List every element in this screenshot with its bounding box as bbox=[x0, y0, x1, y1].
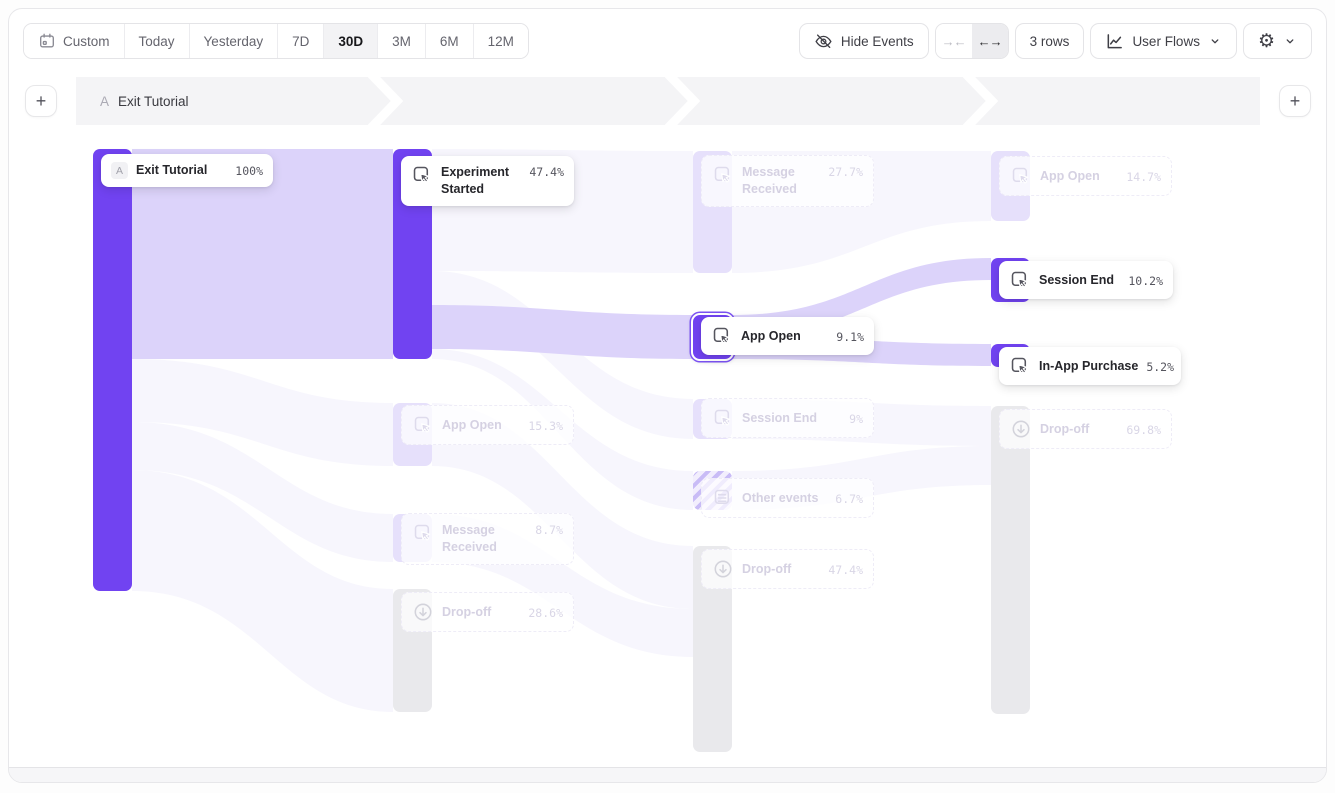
node-name: Drop-off bbox=[742, 561, 820, 578]
node-card-drop-off-4[interactable]: Drop-off 69.8% bbox=[999, 409, 1172, 449]
node-card-app-open-2[interactable]: App Open 15.3% bbox=[401, 405, 574, 445]
node-percent: 9.1% bbox=[836, 329, 864, 344]
node-name: Experiment Started bbox=[441, 164, 521, 198]
node-name: Message Received bbox=[442, 522, 527, 556]
node-percent: 28.6% bbox=[528, 605, 563, 620]
event-click-icon bbox=[1009, 269, 1031, 291]
node-percent: 8.7% bbox=[535, 522, 563, 537]
node-name: App Open bbox=[1040, 168, 1118, 185]
event-click-icon bbox=[411, 164, 433, 186]
node-card-app-open-4[interactable]: App Open 14.7% bbox=[999, 156, 1172, 196]
node-percent: 47.4% bbox=[529, 164, 564, 179]
other-events-icon bbox=[712, 487, 734, 509]
event-click-icon bbox=[711, 325, 733, 347]
node-card-app-open-3-selected[interactable]: App Open 9.1% bbox=[701, 317, 874, 355]
flow-node-bar-exit-tutorial[interactable] bbox=[93, 149, 132, 591]
node-name: Drop-off bbox=[1040, 421, 1118, 438]
node-percent: 47.4% bbox=[828, 562, 863, 577]
node-card-exit-tutorial[interactable]: A Exit Tutorial 100% bbox=[101, 154, 273, 187]
event-click-icon bbox=[712, 407, 734, 429]
user-flows-page: Custom Today Yesterday 7D 30D 3M 6M 12M … bbox=[0, 0, 1335, 793]
node-card-experiment-started[interactable]: Experiment Started 47.4% bbox=[401, 156, 574, 206]
node-name: Session End bbox=[742, 410, 841, 427]
node-name: Exit Tutorial bbox=[136, 162, 227, 179]
node-name: Drop-off bbox=[442, 604, 520, 621]
node-percent: 27.7% bbox=[828, 164, 863, 179]
node-name: Other events bbox=[742, 490, 827, 507]
node-percent: 100% bbox=[235, 163, 263, 178]
event-click-icon bbox=[1009, 355, 1031, 377]
event-click-icon bbox=[712, 164, 734, 186]
node-name: In-App Purchase bbox=[1039, 358, 1138, 375]
event-click-icon bbox=[1010, 165, 1032, 187]
node-card-message-received-2[interactable]: Message Received 8.7% bbox=[401, 513, 574, 565]
node-card-in-app-purchase-4[interactable]: In-App Purchase 5.2% bbox=[999, 347, 1181, 385]
event-click-icon bbox=[412, 414, 434, 436]
node-card-session-end-3[interactable]: Session End 9% bbox=[701, 398, 874, 438]
node-percent: 15.3% bbox=[528, 418, 563, 433]
node-card-drop-off-3[interactable]: Drop-off 47.4% bbox=[701, 549, 874, 589]
node-card-session-end-4[interactable]: Session End 10.2% bbox=[999, 261, 1173, 299]
node-name: App Open bbox=[741, 328, 828, 345]
node-name: Session End bbox=[1039, 272, 1120, 289]
node-badge: A bbox=[111, 162, 128, 179]
node-percent: 6.7% bbox=[835, 491, 863, 506]
drop-off-icon bbox=[712, 558, 734, 580]
node-card-drop-off-2[interactable]: Drop-off 28.6% bbox=[401, 592, 574, 632]
flow-link-experiment-to-appopen[interactable] bbox=[432, 305, 693, 359]
node-name: App Open bbox=[442, 417, 520, 434]
drop-off-icon bbox=[1010, 418, 1032, 440]
node-percent: 10.2% bbox=[1128, 273, 1163, 288]
flow-node-bar-drop-off-4[interactable] bbox=[991, 406, 1030, 714]
flows-panel: Custom Today Yesterday 7D 30D 3M 6M 12M … bbox=[8, 8, 1327, 783]
node-percent: 14.7% bbox=[1126, 169, 1161, 184]
horizontal-scrollbar-track[interactable] bbox=[9, 767, 1326, 782]
sankey-links bbox=[9, 9, 1327, 775]
drop-off-icon bbox=[412, 601, 434, 623]
event-click-icon bbox=[412, 522, 434, 544]
node-name: Message Received bbox=[742, 164, 820, 198]
node-percent: 9% bbox=[849, 411, 863, 426]
node-card-message-received-3[interactable]: Message Received 27.7% bbox=[701, 155, 874, 207]
node-card-other-events-3[interactable]: Other events 6.7% bbox=[701, 478, 874, 518]
node-percent: 69.8% bbox=[1126, 422, 1161, 437]
node-percent: 5.2% bbox=[1146, 359, 1174, 374]
